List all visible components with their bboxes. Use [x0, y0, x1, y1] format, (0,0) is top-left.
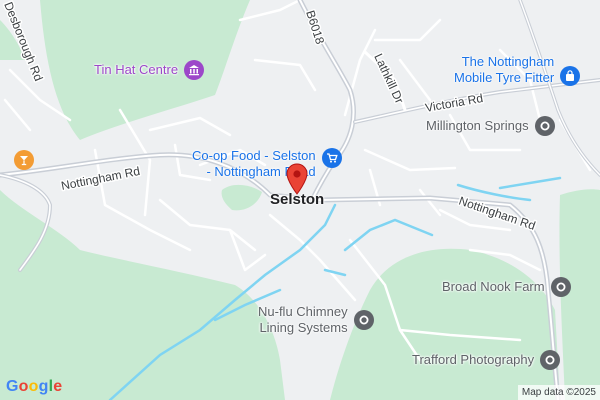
google-logo[interactable]: Google: [6, 378, 62, 396]
logo-letter: g: [38, 378, 49, 395]
stream: [498, 176, 562, 190]
logo-letter: o: [18, 378, 29, 395]
poi-label-line1: Nu-flu Chimney: [258, 304, 348, 319]
place-icon: [534, 116, 555, 136]
road-label-nottingham-rd-west: Nottingham Rd: [60, 164, 141, 193]
shopping-cart-icon: [321, 148, 342, 168]
poi-nottingham-mobile-tyre-fitter[interactable]: The Nottingham Mobile Tyre Fitter: [454, 54, 581, 86]
poi-trafford-photography[interactable]: Trafford Photography: [412, 350, 561, 370]
road-label-victoria-rd: Victoria Rd: [424, 91, 484, 115]
logo-letter: e: [53, 378, 63, 395]
poi-coop-food-selston[interactable]: Co-op Food - Selston - Nottingham Road: [192, 148, 342, 180]
map-canvas[interactable]: Nottingham Rd Nottingham Rd B6018 Lathki…: [0, 0, 600, 400]
poi-millington-springs[interactable]: Millington Springs: [426, 116, 555, 136]
poi-label: Trafford Photography: [412, 352, 535, 367]
cocktail-icon: [14, 150, 34, 170]
landmark-icon: [184, 60, 205, 80]
poi-label: The Nottingham Mobile Tyre Fitter: [454, 54, 554, 86]
poi-label: Nu-flu Chimney Lining Systems: [258, 304, 348, 336]
poi-label: Millington Springs: [426, 118, 529, 133]
place-icon: [540, 350, 561, 370]
stream: [343, 218, 434, 252]
shopping-bag-icon: [560, 66, 581, 86]
stream: [323, 268, 347, 277]
park-area: [221, 184, 262, 211]
road-label-b6018: B6018: [303, 9, 327, 47]
poi-label: Broad Nook Farm: [442, 279, 545, 294]
poi-label-line2: Lining Systems: [259, 320, 348, 335]
poi-label-line1: Co-op Food - Selston: [192, 148, 316, 163]
map-data-attribution[interactable]: Map data ©2025: [517, 385, 600, 400]
poi-broad-nook-farm[interactable]: Broad Nook Farm: [442, 277, 571, 297]
location-pin-icon[interactable]: [286, 163, 308, 200]
poi-label: Tin Hat Centre: [94, 62, 179, 77]
logo-letter: o: [28, 378, 39, 395]
road-label-lathkill-dr: Lathkill Dr: [371, 51, 406, 105]
logo-letter: G: [6, 378, 19, 395]
poi-tin-hat-centre[interactable]: Tin Hat Centre: [94, 60, 205, 80]
place-icon: [550, 277, 571, 297]
poi-label-line2: Mobile Tyre Fitter: [454, 70, 555, 85]
poi-label-line1: The Nottingham: [461, 54, 555, 69]
poi-bar[interactable]: [14, 150, 34, 170]
place-icon: [353, 310, 374, 330]
poi-nu-flu-chimney-lining-systems[interactable]: Nu-flu Chimney Lining Systems: [258, 304, 374, 336]
